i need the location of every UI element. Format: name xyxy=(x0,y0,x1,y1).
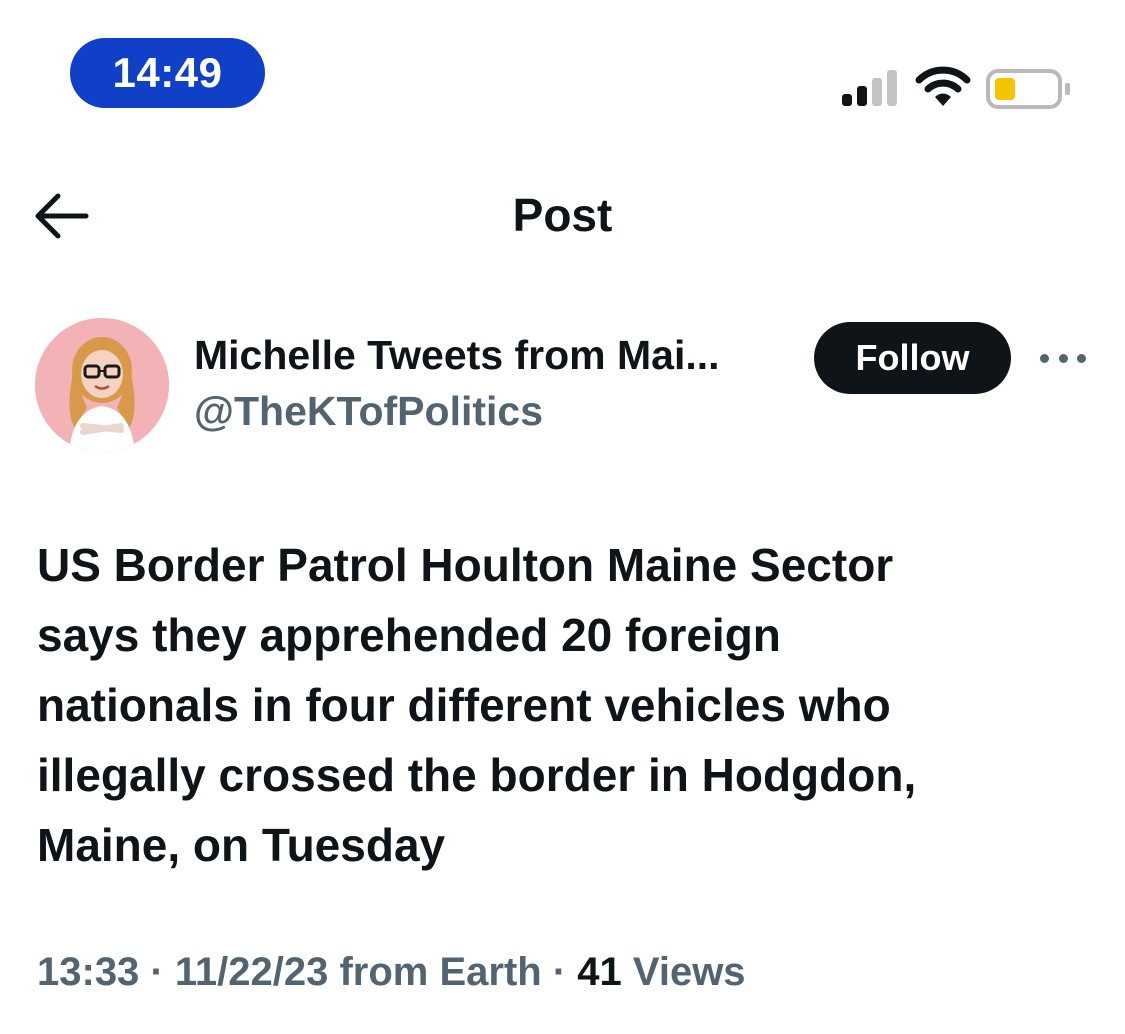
avatar-illustration xyxy=(35,318,169,452)
tweet-date: 11/22/23 xyxy=(174,950,329,994)
meta-separator: · xyxy=(541,950,578,994)
meta-separator: · xyxy=(139,950,175,994)
tweet-text: US Border Patrol Houlton Maine Sector sa… xyxy=(37,539,917,871)
status-time: 14:49 xyxy=(70,38,265,108)
battery-low-icon xyxy=(986,69,1070,109)
views-label[interactable]: Views xyxy=(622,950,746,994)
dot xyxy=(1077,353,1086,363)
more-options-icon[interactable] xyxy=(1040,348,1086,368)
views-count[interactable]: 41 xyxy=(577,950,622,994)
tweet-time: 13:33 xyxy=(37,950,140,994)
author-display-name[interactable]: Michelle Tweets from Mai... xyxy=(194,332,720,379)
author-handle[interactable]: @TheKTofPolitics xyxy=(194,388,543,435)
post-screen: 14:49 Post Michelle Tweets from Mai... @… xyxy=(0,0,1125,1034)
avatar[interactable] xyxy=(35,318,169,452)
page-title: Post xyxy=(512,189,613,241)
tweet-meta: 13:33 · 11/22/23 from Earth · 41 Views xyxy=(37,950,746,995)
follow-button[interactable]: Follow xyxy=(814,322,1011,394)
tweet-source: from Earth xyxy=(328,950,542,994)
cellular-signal-icon xyxy=(842,70,897,106)
dot xyxy=(1058,353,1068,363)
wifi-icon xyxy=(915,66,971,106)
dot xyxy=(1040,353,1049,363)
